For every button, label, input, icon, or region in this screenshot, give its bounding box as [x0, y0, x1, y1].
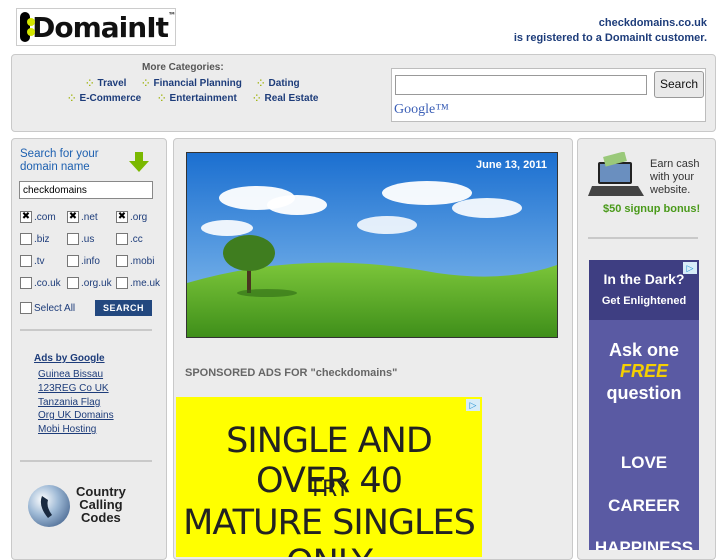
- tld-checkbox-cc[interactable]: .cc: [116, 233, 143, 245]
- hero-date: June 13, 2011: [476, 159, 547, 171]
- phone-globe-icon[interactable]: [28, 485, 70, 527]
- tld-checkbox-mobi[interactable]: .mobi: [116, 255, 154, 267]
- divider: [20, 460, 152, 462]
- tld-checkbox-info[interactable]: .info: [67, 255, 100, 267]
- country-calling-codes-link[interactable]: Country Calling Codes: [76, 485, 126, 524]
- landscape-tree-image: [187, 153, 557, 337]
- bullet-icon: ⁘: [253, 93, 261, 103]
- dark-ad-topic-love: LOVE: [620, 453, 668, 472]
- dark-ad-free: FREE: [619, 361, 668, 381]
- dark-ad-topic-happiness: HAPPINESS: [594, 538, 694, 550]
- category-dating[interactable]: ⁘ Dating: [257, 78, 300, 89]
- adchoices-icon[interactable]: ▷: [466, 399, 480, 411]
- search-domain-button[interactable]: SEARCH: [95, 300, 152, 316]
- logo-mark-icon: [20, 12, 36, 42]
- checkbox[interactable]: [20, 255, 32, 267]
- tld-checkbox-net[interactable]: ✖ .net: [67, 211, 98, 223]
- singles-banner-ad[interactable]: ▷ SINGLE AND OVER 40 TRY MATURE SINGLES …: [176, 397, 482, 557]
- bullet-icon: ⁘: [142, 78, 150, 88]
- checkbox-checked[interactable]: ✖: [116, 211, 128, 223]
- checkbox[interactable]: [67, 255, 79, 267]
- ad-link[interactable]: Org UK Domains: [38, 410, 114, 421]
- checkbox[interactable]: [67, 277, 79, 289]
- ad-link[interactable]: 123REG Co UK: [38, 383, 109, 394]
- checkbox[interactable]: [116, 233, 128, 245]
- dark-ad-subtitle: Get Enlightened: [601, 295, 687, 307]
- tld-checkbox-co-uk[interactable]: .co.uk: [20, 277, 61, 289]
- dark-ad-title: In the Dark?: [603, 271, 685, 287]
- checkbox[interactable]: [20, 277, 32, 289]
- ads-by-google-title[interactable]: Ads by Google: [34, 353, 105, 364]
- logo-text: DomainIt™: [32, 10, 176, 44]
- registered-domain: checkdomains.co.uk: [598, 17, 707, 29]
- earn-cash-text: Earn cash with your website.: [650, 158, 700, 196]
- checkbox-checked[interactable]: ✖: [67, 211, 79, 223]
- dark-ad-ask: Ask one: [608, 340, 680, 360]
- sponsored-ads-label: SPONSORED ADS FOR "checkdomains": [185, 367, 398, 379]
- search-input[interactable]: [395, 75, 647, 95]
- checkbox[interactable]: [20, 233, 32, 245]
- more-categories-heading: More Categories:: [142, 62, 224, 73]
- category-real-estate[interactable]: ⁘ Real Estate: [253, 93, 318, 104]
- tld-checkbox-org-uk[interactable]: .org.uk: [67, 277, 112, 289]
- divider: [20, 329, 152, 331]
- checkbox[interactable]: [116, 277, 128, 289]
- divider: [588, 237, 698, 239]
- tld-checkbox-com[interactable]: ✖ .com: [20, 211, 56, 223]
- signup-bonus-text: $50 signup bonus!: [603, 203, 701, 215]
- ad-line-2: TRY: [308, 477, 350, 502]
- category-entertainment[interactable]: ⁘ Entertainment: [158, 93, 237, 104]
- category-ecommerce[interactable]: ⁘ E-Commerce: [68, 93, 141, 104]
- bullet-icon: ⁘: [86, 78, 94, 88]
- registration-text: is registered to a DomainIt customer.: [513, 32, 707, 44]
- bullet-icon: ⁘: [257, 78, 265, 88]
- tld-checkbox-us[interactable]: .us: [67, 233, 94, 245]
- google-logo: Google™: [394, 102, 449, 117]
- down-arrow-icon: [129, 152, 149, 172]
- checkbox[interactable]: [116, 255, 128, 267]
- tld-checkbox-biz[interactable]: .biz: [20, 233, 50, 245]
- phone-handset-icon: [40, 496, 52, 518]
- tld-checkbox-org[interactable]: ✖ .org: [116, 211, 147, 223]
- domainit-logo[interactable]: DomainIt™: [16, 8, 176, 46]
- hero-image: June 13, 2011: [186, 152, 558, 338]
- tld-checkbox-me-uk[interactable]: .me.uk: [116, 277, 160, 289]
- ad-link[interactable]: Mobi Hosting: [38, 424, 96, 435]
- registration-notice: checkdomains.co.uk is registered to a Do…: [514, 16, 707, 46]
- ad-line-3: MATURE SINGLES ONLY: [183, 503, 476, 557]
- domain-name-input[interactable]: checkdomains: [19, 181, 153, 199]
- dark-ad-question: question: [606, 383, 682, 403]
- tld-checkbox-tv[interactable]: .tv: [20, 255, 45, 267]
- domain-search-title: Search for your domain name: [20, 148, 99, 173]
- search-button[interactable]: Search: [654, 71, 704, 98]
- bullet-icon: ⁘: [158, 93, 166, 103]
- category-travel[interactable]: ⁘ Travel: [86, 78, 126, 89]
- ad-link[interactable]: Tanzania Flag: [38, 397, 100, 408]
- checkbox[interactable]: [67, 233, 79, 245]
- category-financial-planning[interactable]: ⁘ Financial Planning: [142, 78, 242, 89]
- laptop-money-icon: [588, 151, 644, 196]
- checkbox[interactable]: [20, 302, 32, 314]
- dark-ad-topic-career: CAREER: [608, 496, 680, 515]
- select-all-checkbox[interactable]: Select All: [20, 302, 75, 314]
- bullet-icon: ⁘: [68, 93, 76, 103]
- ad-link[interactable]: Guinea Bissau: [38, 369, 103, 380]
- psychic-banner-ad[interactable]: ▷ In the Dark? Get Enlightened Ask one F…: [589, 260, 699, 550]
- checkbox-checked[interactable]: ✖: [20, 211, 32, 223]
